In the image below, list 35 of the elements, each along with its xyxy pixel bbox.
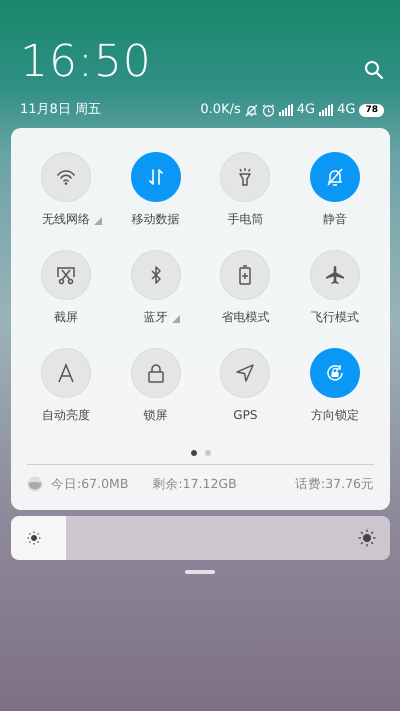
phone-balance: 话费:37.76元 [295, 475, 374, 493]
toggle-label: 省电模式 [221, 309, 270, 326]
airplane-icon [324, 264, 346, 286]
clock-time: 16:50 [20, 40, 152, 84]
more-options-icon[interactable] [172, 315, 180, 323]
toggle-label: 自动亮度 [42, 407, 90, 424]
toggle-label: 蓝牙 [144, 308, 168, 326]
toggle-label: 手电筒 [227, 211, 264, 228]
toggle-label: 移动数据 [132, 211, 180, 228]
network-speed: 0.0K/s [200, 101, 241, 120]
battery-level: 78 [359, 104, 384, 116]
network-type: 4G [337, 101, 356, 120]
drag-handle[interactable] [185, 570, 215, 574]
signal-icon [319, 104, 334, 116]
toggle-label: GPS [233, 407, 258, 424]
toggle-label: 截屏 [54, 309, 78, 326]
toggle-label: 方向锁定 [311, 407, 360, 424]
alarm-icon [262, 104, 275, 116]
high-brightness-icon [358, 528, 376, 547]
more-options-icon[interactable] [94, 217, 102, 225]
toggle-label: 无线网络 [42, 210, 90, 228]
brightness-slider[interactable] [11, 516, 390, 560]
low-brightness-icon [27, 530, 41, 545]
data-usage-icon [27, 476, 43, 492]
search-icon[interactable] [364, 60, 384, 80]
remaining-data: 剩余:17.12GB [152, 475, 237, 493]
navigation-arrow-icon [234, 362, 256, 384]
toggle-label: 锁屏 [144, 407, 168, 424]
toggle-label: 飞行模式 [311, 309, 360, 326]
toggle-label: 静音 [323, 211, 348, 228]
date-text: 11月8日 周五 [20, 101, 101, 120]
signal-icon [278, 104, 293, 116]
mute-icon [244, 104, 258, 116]
today-usage: 今日:67.0MB [51, 475, 128, 493]
network-type: 4G [296, 101, 316, 120]
